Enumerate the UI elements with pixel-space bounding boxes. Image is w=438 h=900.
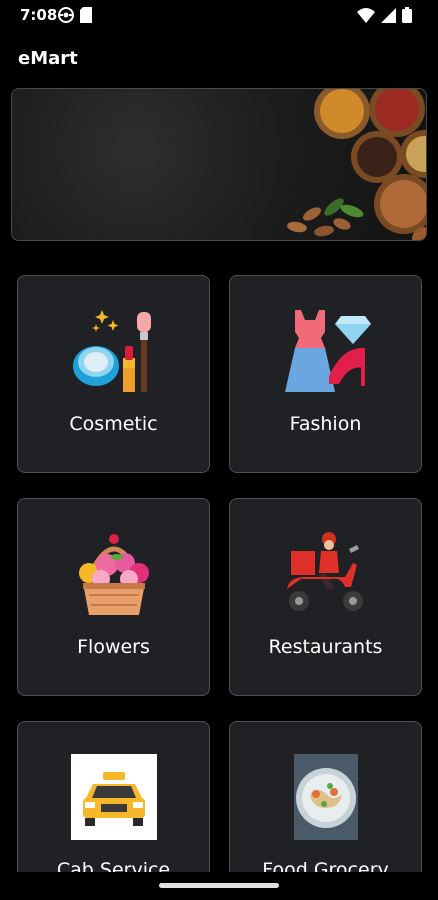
restaurant-delivery-icon [286,532,363,611]
taxi-icon [70,754,157,840]
fashion-icon [284,310,371,392]
category-card-cosmetic[interactable]: Cosmetic [17,275,210,473]
flowers-icon [78,534,149,615]
category-card-fashion[interactable]: Fashion [229,275,422,473]
category-card-restaurants[interactable]: Restaurants [229,498,422,696]
category-label: Cosmetic [69,413,158,435]
food-plate-icon [293,754,358,840]
cosmetic-icon [72,310,151,392]
category-grid: Cosmetic Fashion Flowers Restaurants Cab… [0,0,438,900]
category-card-flowers[interactable]: Flowers [17,498,210,696]
category-label: Flowers [77,636,150,658]
home-indicator[interactable] [159,883,279,888]
category-label: Fashion [289,413,362,435]
category-label: Restaurants [268,636,383,658]
